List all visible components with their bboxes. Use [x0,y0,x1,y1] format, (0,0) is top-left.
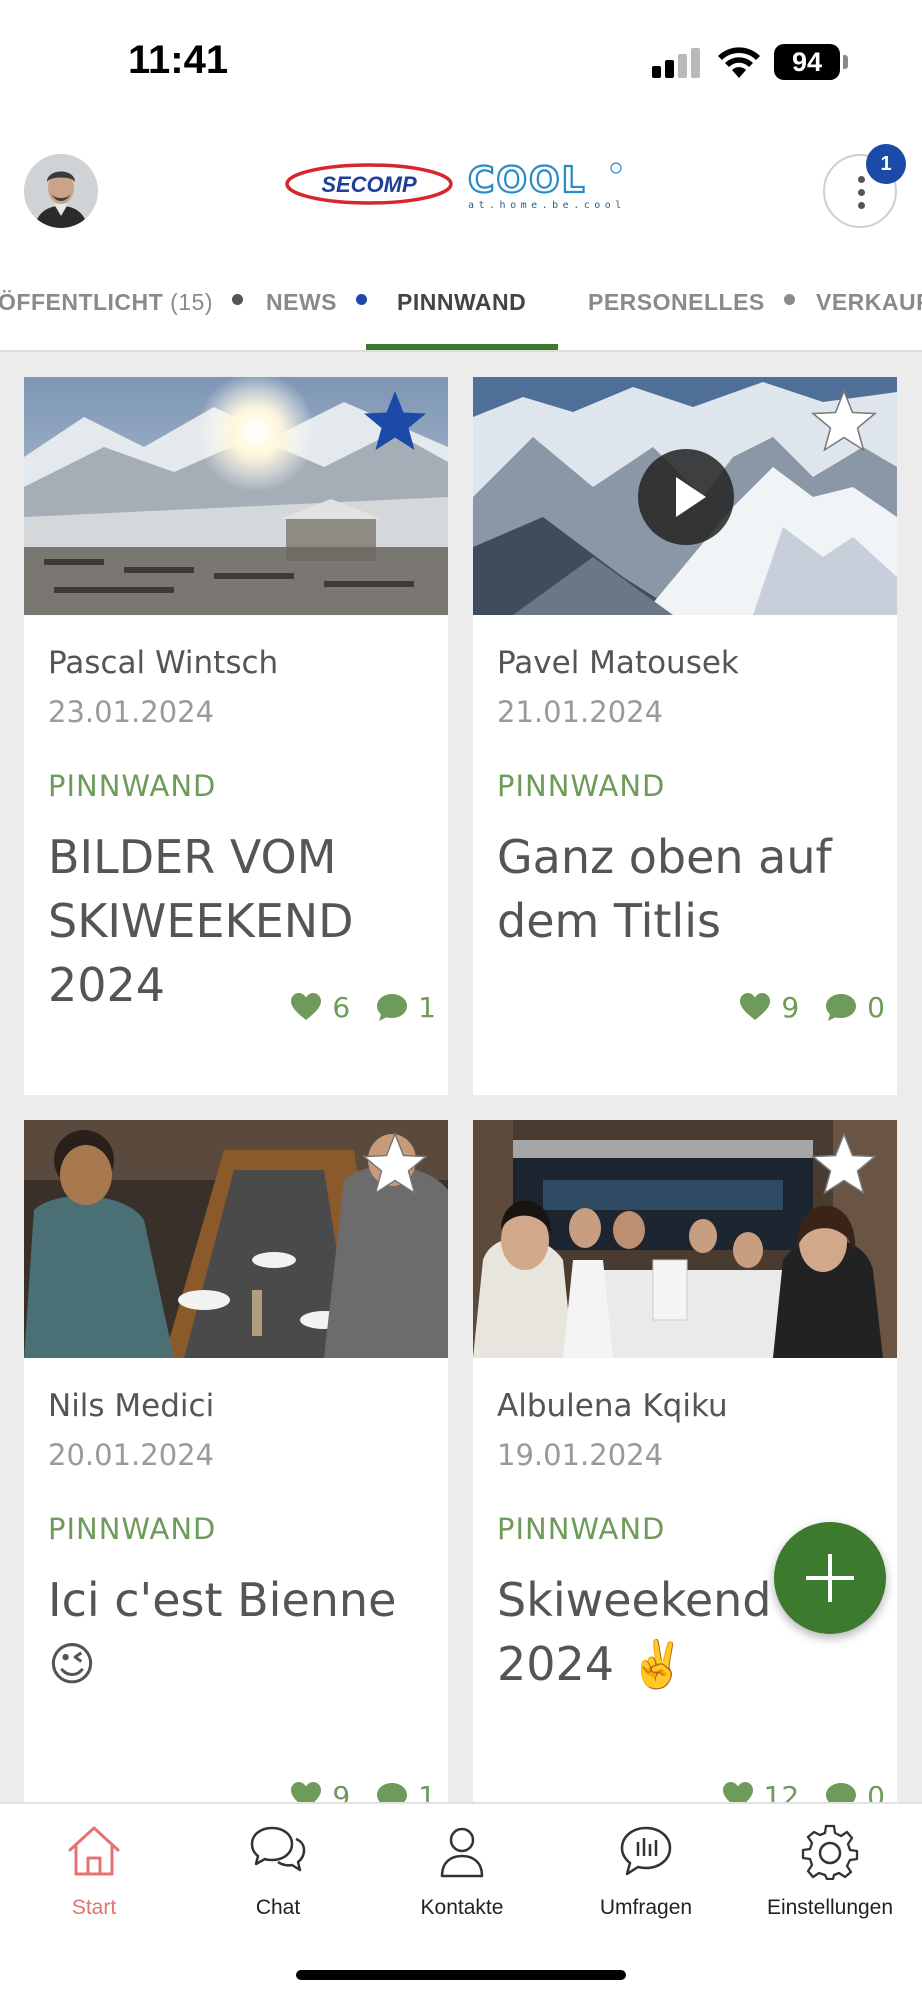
tab-news[interactable]: NEWS [266,270,367,352]
comment-icon[interactable] [825,992,857,1022]
settings-icon [801,1824,859,1880]
like-count: 9 [781,990,800,1024]
post-date: 21.01.2024 [497,695,664,729]
post-date: 19.01.2024 [497,1438,664,1472]
tab-personelles[interactable]: PERSONELLES [588,270,795,352]
post-category: PINNWAND [497,769,666,803]
home-icon [68,1826,120,1876]
favorite-star-icon[interactable] [809,1130,879,1200]
tab-label: NEWS [266,289,337,315]
post-stats: 6 1 [290,987,436,1027]
category-tabs: ÖFFENTLICHT (15) NEWS PINNWAND PERSONELL… [0,270,922,352]
active-tab-indicator [366,344,558,350]
unread-dot [355,294,367,306]
nav-label: Kontakte [420,1896,504,1919]
polls-icon [620,1826,672,1876]
add-post-button[interactable] [774,1522,886,1634]
cool-logo: COOL at.home.be.cool [467,160,626,211]
tab-label: ÖFFENTLICHT [0,289,164,315]
svg-text:SECOMP: SECOMP [321,172,417,197]
status-time: 11:41 [128,38,229,82]
nav-chat[interactable]: Chat [186,1804,370,1934]
nav-label: Start [71,1896,117,1919]
heart-icon[interactable] [290,1781,322,1802]
heart-icon[interactable] [739,992,771,1022]
post-category: PINNWAND [497,1512,666,1546]
nav-start[interactable]: Start [2,1804,186,1934]
tab-label: PINNWAND [397,289,527,315]
svg-text:at.home.be.cool: at.home.be.cool [468,200,626,211]
favorite-star-icon[interactable] [809,387,879,457]
post-author: Pascal Wintsch [48,645,279,681]
post-card[interactable]: Nils Medici 20.01.2024 PINNWAND Ici c'es… [24,1120,448,1802]
tab-verkauf[interactable]: VERKAUF [816,270,922,352]
comment-icon[interactable] [376,992,408,1022]
nav-umfragen[interactable]: Umfragen [554,1804,738,1934]
status-bar: 11:41 94 [0,0,922,130]
tab-label: PERSONELLES [588,289,765,315]
nav-label: Umfragen [599,1896,693,1919]
post-category: PINNWAND [48,1512,217,1546]
battery-tip [843,55,848,69]
play-video-icon[interactable] [636,447,736,547]
battery-icon: 94 [774,44,840,80]
tab-oeffentlicht[interactable]: ÖFFENTLICHT (15) [0,270,243,352]
avatar[interactable] [24,154,98,228]
post-date: 20.01.2024 [48,1438,215,1472]
post-date: 23.01.2024 [48,695,215,729]
like-count: 6 [332,990,351,1024]
favorite-star-icon[interactable] [360,1130,430,1200]
more-vertical-icon [858,176,866,212]
svg-text:COOL: COOL [468,160,587,201]
nav-kontakte[interactable]: Kontakte [370,1804,554,1934]
chat-icon [250,1826,306,1872]
post-author: Pavel Matousek [497,645,739,681]
contacts-icon [440,1827,484,1878]
tab-count: (15) [170,289,213,315]
post-title: Ici c'est Bienne 😉 [48,1573,397,1691]
post-author: Nils Medici [48,1388,215,1424]
tab-label: VERKAUF [816,289,922,315]
comment-count: 0 [867,990,885,1024]
cellular-signal-icon [652,48,700,78]
post-author: Albulena Kqiku [497,1388,728,1424]
comment-icon[interactable] [376,1781,408,1802]
post-card[interactable]: Pavel Matousek 21.01.2024 PINNWAND Ganz … [473,377,897,1095]
comment-icon[interactable] [825,1781,857,1802]
favorite-star-icon[interactable] [360,387,430,457]
post-stats: 9 1 [290,1776,436,1802]
comment-count: 1 [418,1779,436,1803]
comment-count: 1 [418,990,436,1024]
unread-dot [231,294,243,306]
heart-icon[interactable] [722,1781,754,1802]
nav-einstellungen[interactable]: Einstellungen [738,1804,922,1934]
wifi-icon [718,47,760,78]
post-card[interactable]: Pascal Wintsch 23.01.2024 PINNWAND BILDE… [24,377,448,1095]
comment-count: 0 [867,1779,885,1803]
post-stats: 9 0 [739,987,885,1027]
secomp-logo: SECOMP [285,163,453,205]
unread-dot [783,294,795,306]
like-count: 9 [332,1779,351,1803]
post-title: Ganz oben auf dem Titlis [497,830,832,948]
heart-icon[interactable] [290,992,322,1022]
notification-badge: 1 [866,144,906,184]
nav-label: Chat [255,1896,301,1919]
tab-pinnwand[interactable]: PINNWAND [397,270,526,352]
like-count: 12 [763,1779,800,1803]
post-category: PINNWAND [48,769,217,803]
home-indicator[interactable] [296,1970,626,1980]
app-screen: 11:41 94 SECOMP COOL at.home.be.cool 1 Ö… [0,0,922,2000]
post-card[interactable]: Albulena Kqiku 19.01.2024 PINNWAND Skiwe… [473,1120,897,1802]
post-stats: 12 0 [722,1776,885,1802]
nav-label: Einstellungen [766,1896,894,1919]
